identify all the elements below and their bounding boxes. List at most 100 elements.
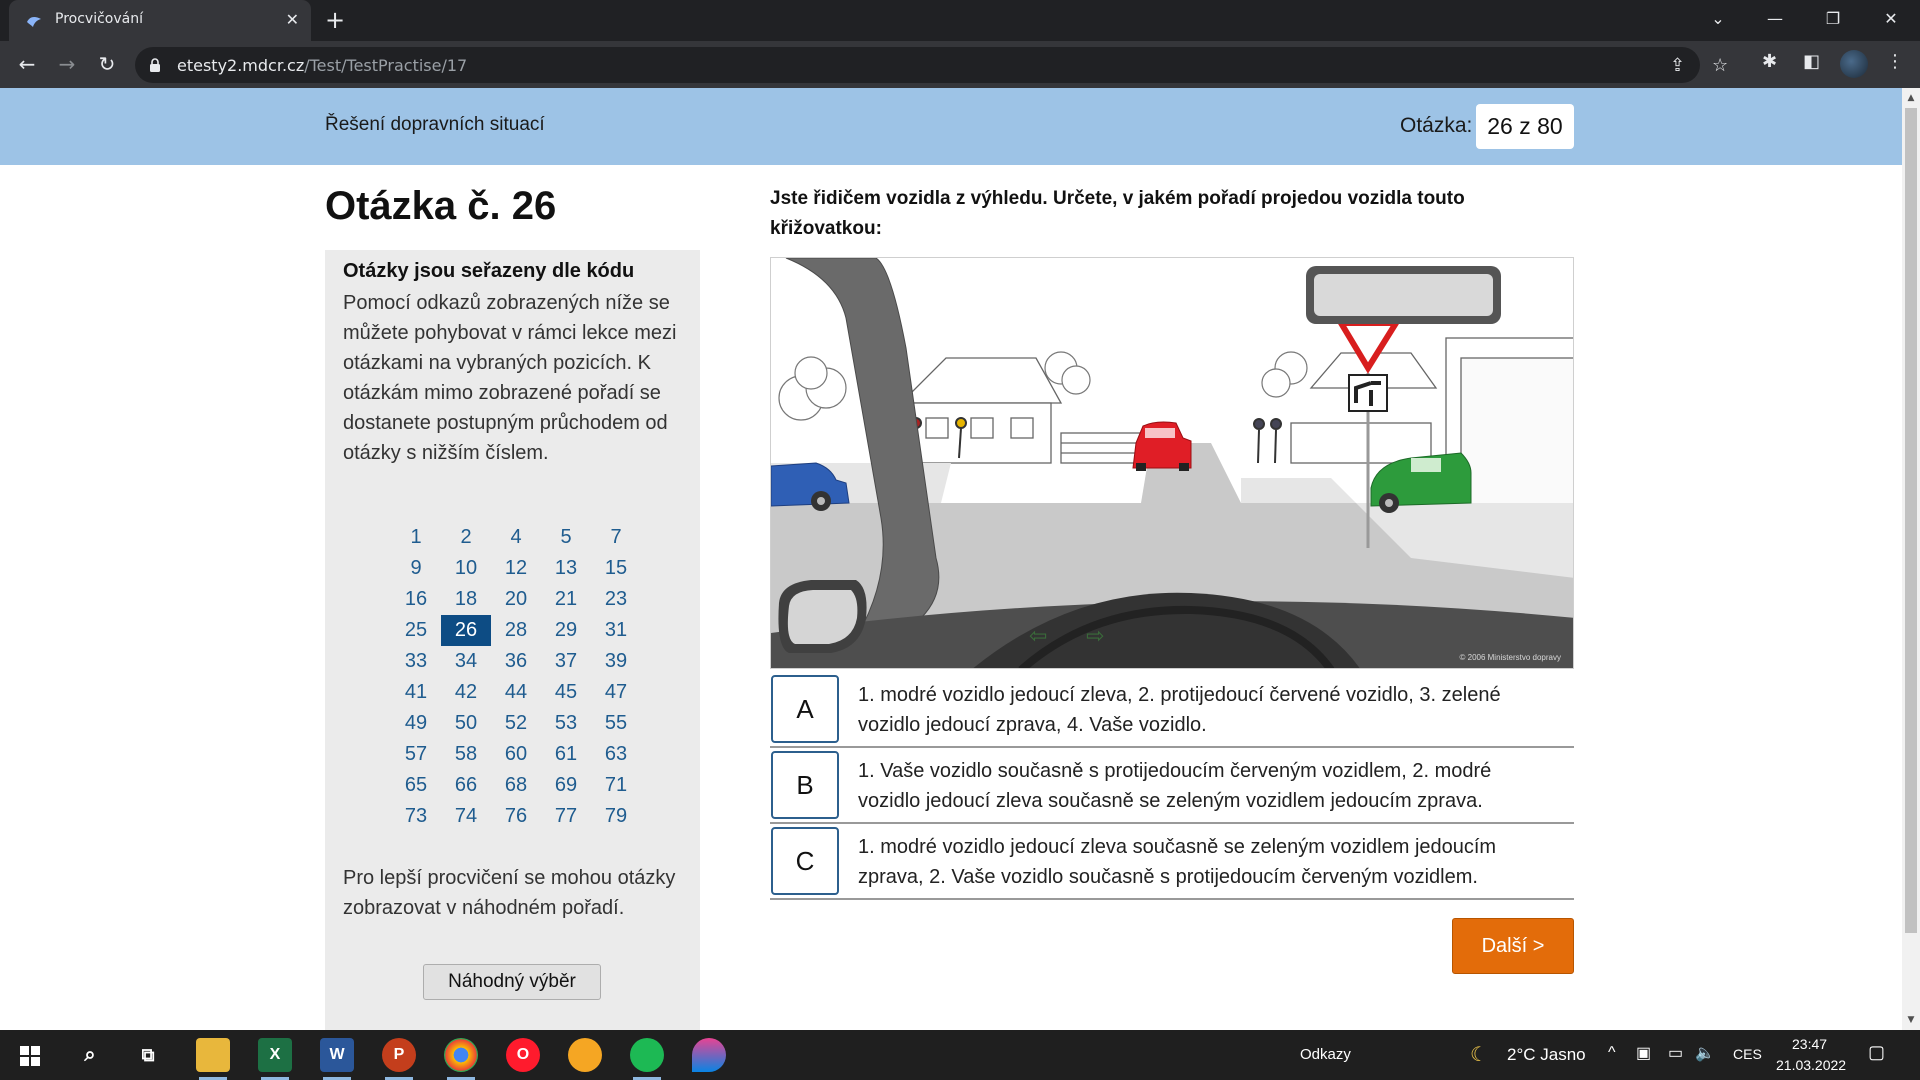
windows-start-icon[interactable] xyxy=(20,1046,40,1066)
question-link[interactable]: 1 xyxy=(391,522,441,553)
question-link[interactable]: 36 xyxy=(491,646,541,677)
excel-icon[interactable]: X xyxy=(258,1038,292,1080)
question-link[interactable]: 66 xyxy=(441,770,491,801)
task-view-icon[interactable]: ⧉ xyxy=(131,1038,165,1072)
scrollbar-thumb[interactable] xyxy=(1905,108,1917,933)
tab-search-icon[interactable]: ⌄ xyxy=(1703,6,1733,32)
menu-icon[interactable]: ⋮ xyxy=(1886,51,1904,72)
question-link[interactable]: 21 xyxy=(541,584,591,615)
question-link[interactable]: 4 xyxy=(491,522,541,553)
language-indicator[interactable]: CES xyxy=(1733,1046,1762,1062)
battery-icon[interactable]: ▭ xyxy=(1668,1043,1683,1063)
question-link[interactable]: 53 xyxy=(541,708,591,739)
question-link[interactable]: 73 xyxy=(391,801,441,832)
question-link[interactable]: 61 xyxy=(541,739,591,770)
question-link[interactable]: 39 xyxy=(591,646,641,677)
answer-option-b[interactable]: B 1. Vaše vozidlo současně s protijedoucí… xyxy=(770,748,1574,824)
vpn-app-icon[interactable] xyxy=(568,1038,602,1072)
browser-tab[interactable]: Procvičování ✕ xyxy=(9,0,311,41)
random-selection-button[interactable]: Náhodný výběr xyxy=(423,964,601,1000)
volume-icon[interactable]: 🔈 xyxy=(1695,1043,1715,1063)
question-link[interactable]: 37 xyxy=(541,646,591,677)
reload-icon[interactable]: ↻ xyxy=(93,50,121,78)
question-link[interactable]: 23 xyxy=(591,584,641,615)
close-window-icon[interactable]: ✕ xyxy=(1876,6,1906,32)
links-toolbar[interactable]: Odkazy xyxy=(1300,1046,1351,1063)
answer-text[interactable]: 1. modré vozidlo jedoucí zleva současně … xyxy=(858,832,1558,892)
weather-moon-icon[interactable]: ☾ xyxy=(1470,1042,1488,1067)
scroll-up-icon[interactable]: ▲ xyxy=(1902,90,1920,106)
question-link[interactable]: 33 xyxy=(391,646,441,677)
scroll-down-icon[interactable]: ▼ xyxy=(1902,1012,1920,1028)
opera-icon[interactable]: O xyxy=(506,1038,540,1072)
bookmark-star-icon[interactable]: ☆ xyxy=(1712,55,1728,76)
question-link[interactable]: 44 xyxy=(491,677,541,708)
question-link[interactable]: 13 xyxy=(541,553,591,584)
answer-text[interactable]: 1. modré vozidlo jedoucí zleva, 2. proti… xyxy=(858,680,1558,740)
question-link[interactable]: 25 xyxy=(391,615,441,646)
question-link[interactable]: 60 xyxy=(491,739,541,770)
question-link[interactable]: 76 xyxy=(491,801,541,832)
answer-option-a[interactable]: A 1. modré vozidlo jedoucí zleva, 2. prot… xyxy=(770,672,1574,748)
question-link[interactable]: 52 xyxy=(491,708,541,739)
question-link[interactable]: 58 xyxy=(441,739,491,770)
tray-overflow-icon[interactable]: ^ xyxy=(1608,1044,1616,1062)
question-link[interactable]: 45 xyxy=(541,677,591,708)
question-link[interactable]: 79 xyxy=(591,801,641,832)
answer-option-c[interactable]: C 1. modré vozidlo jedoucí zleva současně… xyxy=(770,824,1574,900)
word-icon[interactable]: W xyxy=(320,1038,354,1080)
answer-text[interactable]: 1. Vaše vozidlo současně s protijedoucím… xyxy=(858,756,1558,816)
question-link[interactable]: 2 xyxy=(441,522,491,553)
question-link[interactable]: 16 xyxy=(391,584,441,615)
spotify-icon[interactable] xyxy=(630,1038,664,1080)
question-link[interactable]: 41 xyxy=(391,677,441,708)
question-link[interactable]: 74 xyxy=(441,801,491,832)
question-link[interactable]: 68 xyxy=(491,770,541,801)
address-bar[interactable]: etesty2.mdcr.cz/Test/TestPractise/17 ⇪ ☆ xyxy=(135,47,1728,83)
question-link[interactable]: 77 xyxy=(541,801,591,832)
answer-letter-button[interactable]: B xyxy=(771,751,839,819)
network-icon[interactable]: ▣ xyxy=(1636,1043,1651,1063)
next-button[interactable]: Další > xyxy=(1452,918,1574,974)
powerpoint-icon[interactable]: P xyxy=(382,1038,416,1080)
question-link[interactable]: 47 xyxy=(591,677,641,708)
minimize-icon[interactable]: — xyxy=(1760,6,1790,32)
back-icon[interactable]: ← xyxy=(13,50,41,78)
side-panel-icon[interactable]: ◧ xyxy=(1803,51,1820,72)
chrome-icon[interactable] xyxy=(444,1038,478,1080)
answer-letter-button[interactable]: A xyxy=(771,675,839,743)
question-link[interactable]: 5 xyxy=(541,522,591,553)
tab-close-icon[interactable]: ✕ xyxy=(286,11,299,29)
question-link[interactable]: 34 xyxy=(441,646,491,677)
question-link[interactable]: 50 xyxy=(441,708,491,739)
profile-avatar[interactable] xyxy=(1840,50,1868,78)
question-link[interactable]: 28 xyxy=(491,615,541,646)
clock-time[interactable]: 23:47 xyxy=(1792,1036,1827,1052)
question-link[interactable]: 26 xyxy=(441,615,491,646)
question-link[interactable]: 9 xyxy=(391,553,441,584)
question-link[interactable]: 69 xyxy=(541,770,591,801)
question-link[interactable]: 15 xyxy=(591,553,641,584)
question-link[interactable]: 55 xyxy=(591,708,641,739)
question-link[interactable]: 29 xyxy=(541,615,591,646)
forward-icon[interactable]: → xyxy=(53,50,81,78)
file-explorer-icon[interactable] xyxy=(196,1038,230,1080)
question-link[interactable]: 18 xyxy=(441,584,491,615)
notifications-icon[interactable]: ▢ xyxy=(1868,1042,1885,1063)
question-link[interactable]: 65 xyxy=(391,770,441,801)
question-link[interactable]: 42 xyxy=(441,677,491,708)
page-scrollbar[interactable]: ▲ ▼ xyxy=(1902,88,1920,1030)
question-link[interactable]: 20 xyxy=(491,584,541,615)
search-icon[interactable]: ⌕ xyxy=(73,1038,107,1072)
extensions-icon[interactable]: ✱ xyxy=(1762,51,1777,72)
question-link[interactable]: 31 xyxy=(591,615,641,646)
question-link[interactable]: 71 xyxy=(591,770,641,801)
question-link[interactable]: 49 xyxy=(391,708,441,739)
new-tab-button[interactable]: + xyxy=(325,7,345,33)
question-link[interactable]: 57 xyxy=(391,739,441,770)
share-icon[interactable]: ⇪ xyxy=(1670,55,1685,76)
answer-letter-button[interactable]: C xyxy=(771,827,839,895)
question-link[interactable]: 10 xyxy=(441,553,491,584)
clock-date[interactable]: 21.03.2022 xyxy=(1776,1057,1846,1073)
restore-icon[interactable]: ❐ xyxy=(1818,6,1848,32)
